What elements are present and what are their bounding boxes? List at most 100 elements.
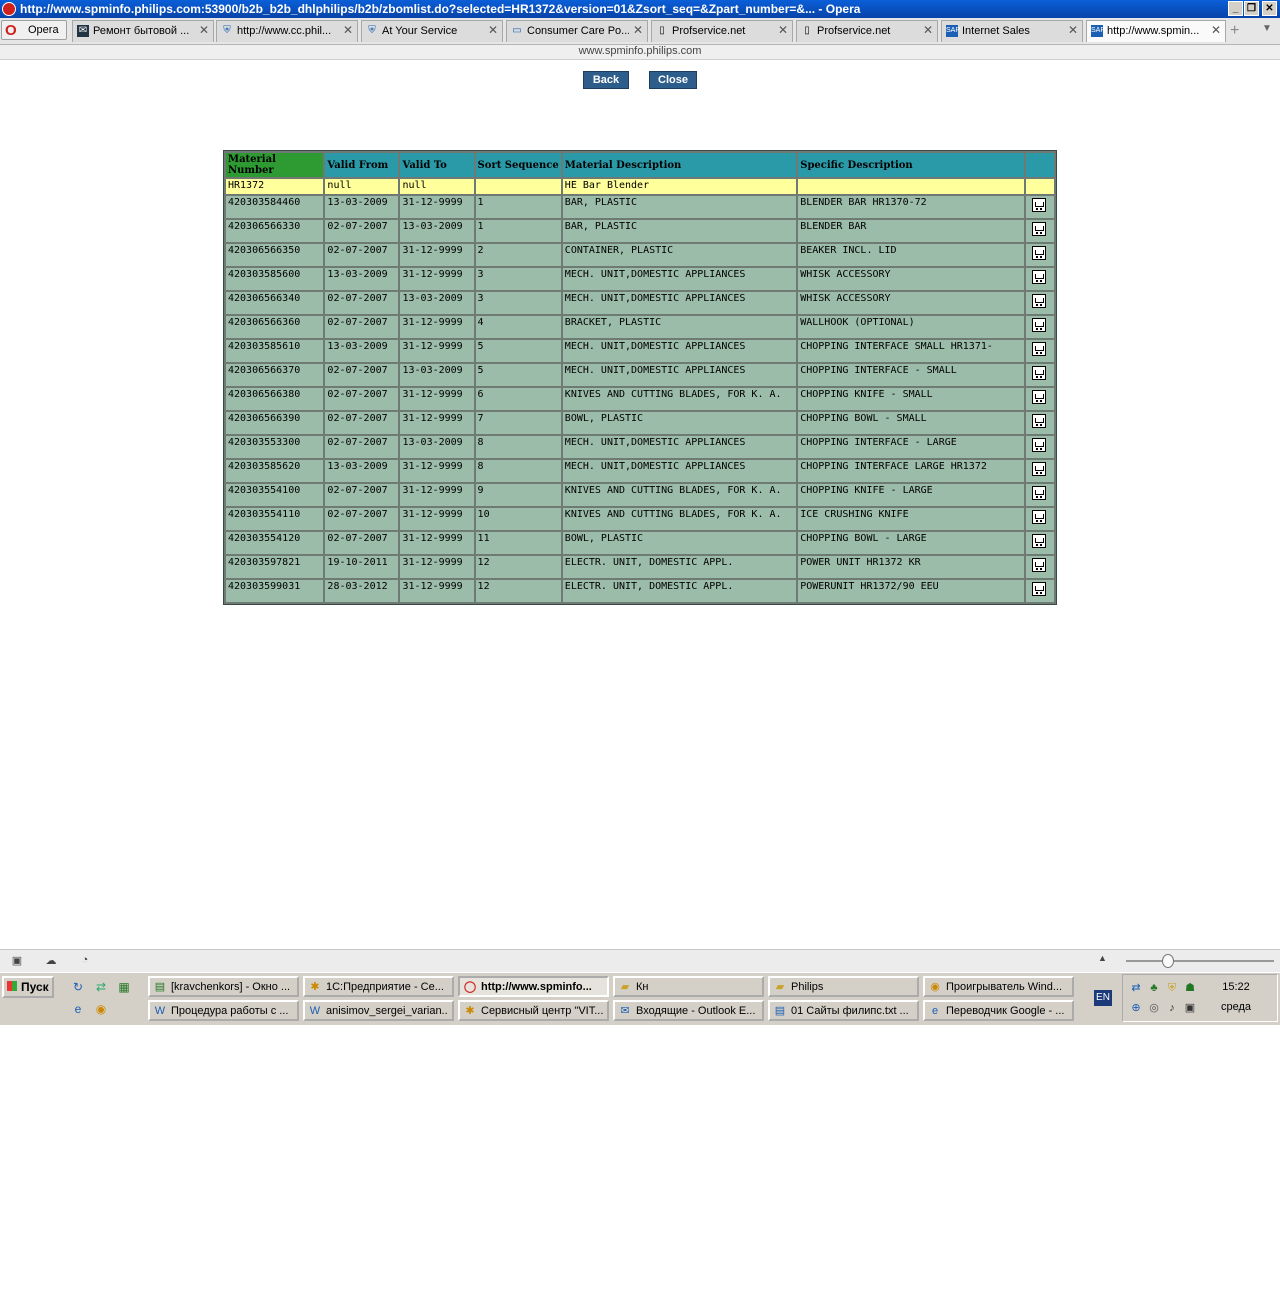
cart-icon[interactable] <box>1031 318 1046 332</box>
close-tab-icon[interactable]: ✕ <box>923 23 933 37</box>
shield-icon[interactable]: ⛨ <box>1165 981 1179 995</box>
taskbar-item-opera[interactable]: ◯ http://www.spminfo... <box>458 976 609 997</box>
cart-icon[interactable] <box>1031 342 1046 356</box>
cart-icon[interactable] <box>1031 438 1046 452</box>
cart-icon[interactable] <box>1031 582 1046 596</box>
close-button[interactable]: Close <box>649 71 697 89</box>
column-header <box>1025 153 1054 177</box>
table-cell: 8 <box>475 460 561 482</box>
new-tab-icon[interactable]: + <box>1230 22 1239 40</box>
network-icon[interactable]: ⇄ <box>1129 981 1143 995</box>
close-tab-icon[interactable]: ✕ <box>1211 23 1221 37</box>
tab-at-your-service[interactable]: ⛨ At Your Service ✕ <box>361 20 503 42</box>
taskbar-item-label: http://www.spminfo... <box>481 981 592 993</box>
taskbar-item-label: Проигрыватель Wind... <box>946 981 1063 993</box>
tray-app-icon[interactable]: ◎ <box>1147 1001 1161 1015</box>
cart-icon[interactable] <box>1031 534 1046 548</box>
display-icon[interactable]: ▣ <box>1183 1001 1197 1015</box>
cart-cell <box>1025 532 1054 554</box>
table-cell: 420303585610 <box>226 340 324 362</box>
taskbar-item[interactable]: ◉ Проигрыватель Wind... <box>923 976 1074 997</box>
sync-icon[interactable]: ⇄ <box>93 979 109 995</box>
close-tab-icon[interactable]: ✕ <box>488 23 498 37</box>
table-cell: 1 <box>475 220 561 242</box>
taskbar-item[interactable]: ✱ 1С:Предприятие - Се... <box>303 976 454 997</box>
tab-internet-sales[interactable]: SAP Internet Sales ✕ <box>941 20 1083 42</box>
table-cell: 420306566340 <box>226 292 324 314</box>
tab-label: Ремонт бытовой ... <box>93 25 190 37</box>
speed-dial-icon[interactable]: ◔ <box>78 954 92 966</box>
minimize-button[interactable]: _ <box>1228 1 1243 16</box>
taskbar-item[interactable]: ▤ 01 Сайты филипс.txt ... <box>768 1000 919 1021</box>
media-player-icon[interactable]: ◉ <box>93 1001 109 1017</box>
table-cell: 02-07-2007 <box>325 508 399 530</box>
volume-icon[interactable]: ♪ <box>1165 1001 1179 1015</box>
product-row: HR1372 null null HE Bar Blender <box>226 179 1054 194</box>
cart-icon[interactable] <box>1031 366 1046 380</box>
table-cell: 420303597821 <box>226 556 324 578</box>
opera-menu-button[interactable]: O Opera <box>1 20 67 40</box>
close-window-button[interactable]: ✕ <box>1262 1 1277 16</box>
cart-icon[interactable] <box>1031 222 1046 236</box>
restore-button[interactable]: ❐ <box>1244 1 1259 16</box>
excel-icon[interactable]: ▦ <box>116 979 132 995</box>
cloud-icon[interactable]: ☁ <box>44 954 58 967</box>
taskbar-item[interactable]: e Переводчик Google - ... <box>923 1000 1074 1021</box>
tab-spminfo[interactable]: SAP http://www.spmin... ✕ <box>1086 20 1226 42</box>
close-tab-icon[interactable]: ✕ <box>343 23 353 37</box>
tab-consumer-care[interactable]: ▭ Consumer Care Po... ✕ <box>506 20 648 42</box>
taskbar-item[interactable]: ▰ Philips <box>768 976 919 997</box>
tab-cc-philips[interactable]: ⛨ http://www.cc.phil... ✕ <box>216 20 358 42</box>
panel-toggle-icon[interactable]: ▣ <box>10 954 24 967</box>
taskbar-item[interactable]: ✱ Сервисный центр "VIT... <box>458 1000 609 1021</box>
tab-list-chevron-icon[interactable]: ▼ <box>1262 23 1272 34</box>
tab-profservice-2[interactable]: ▯ Profservice.net ✕ <box>796 20 938 42</box>
column-header: Valid To <box>400 153 474 177</box>
cart-icon[interactable] <box>1031 246 1046 260</box>
product-cell <box>1025 179 1054 194</box>
clock-time[interactable]: 15:22 <box>1206 981 1266 993</box>
table-cell: MECH. UNIT,DOMESTIC APPLIANCES <box>562 436 797 458</box>
philips-shield-icon: ⛨ <box>223 25 231 36</box>
tray-app-icon[interactable]: ♣ <box>1147 981 1161 995</box>
zoom-slider-knob[interactable] <box>1162 954 1174 968</box>
taskbar-item[interactable]: ▤ [kravchenkors] - Окно ... <box>148 976 299 997</box>
cart-icon[interactable] <box>1031 558 1046 572</box>
cart-icon[interactable] <box>1031 462 1046 476</box>
cart-icon[interactable] <box>1031 270 1046 284</box>
close-tab-icon[interactable]: ✕ <box>199 23 209 37</box>
cart-icon[interactable] <box>1031 414 1046 428</box>
philips-shield-icon: ⛨ <box>368 25 376 36</box>
start-button[interactable]: Пуск <box>2 976 54 998</box>
zoom-up-icon[interactable]: ▲ <box>1098 953 1107 963</box>
back-button[interactable]: Back <box>583 71 629 89</box>
taskbar-item[interactable]: W Процедура работы с ... <box>148 1000 299 1021</box>
taskbar-item[interactable]: W anisimov_sergei_varian... <box>303 1000 454 1021</box>
table-cell: 3 <box>475 292 561 314</box>
tab-remont[interactable]: ✉ Ремонт бытовой ... ✕ <box>72 20 214 42</box>
connection-icon[interactable]: ⊕ <box>1129 1001 1143 1015</box>
close-tab-icon[interactable]: ✕ <box>1068 23 1078 37</box>
table-cell: 31-12-9999 <box>400 268 474 290</box>
refresh-icon[interactable]: ↻ <box>70 979 86 995</box>
table-row: 420306566380 02-07-2007 31-12-9999 6 KNIVES … <box>226 388 1054 410</box>
cart-icon[interactable] <box>1031 510 1046 524</box>
zoom-slider-track[interactable] <box>1126 960 1274 962</box>
tab-profservice-1[interactable]: ▯ Profservice.net ✕ <box>651 20 793 42</box>
table-cell: 420303584460 <box>226 196 324 218</box>
security-icon[interactable]: ☗ <box>1183 981 1197 995</box>
internet-explorer-icon[interactable]: e <box>70 1001 86 1017</box>
cart-icon[interactable] <box>1031 390 1046 404</box>
taskbar-item[interactable]: ✉ Входящие - Outlook E... <box>613 1000 764 1021</box>
table-row: 420306566370 02-07-2007 13-03-2009 5 MECH. U… <box>226 364 1054 386</box>
cart-icon[interactable] <box>1031 294 1046 308</box>
cart-icon[interactable] <box>1031 198 1046 212</box>
cart-icon[interactable] <box>1031 486 1046 500</box>
table-row: 420306566330 02-07-2007 13-03-2009 1 BAR, PL… <box>226 220 1054 242</box>
taskbar-item[interactable]: ▰ Кн <box>613 976 764 997</box>
close-tab-icon[interactable]: ✕ <box>633 23 643 37</box>
tab-label: Profservice.net <box>817 25 891 37</box>
page-icon: ▯ <box>804 25 810 36</box>
close-tab-icon[interactable]: ✕ <box>778 23 788 37</box>
language-indicator[interactable]: EN <box>1094 990 1112 1006</box>
